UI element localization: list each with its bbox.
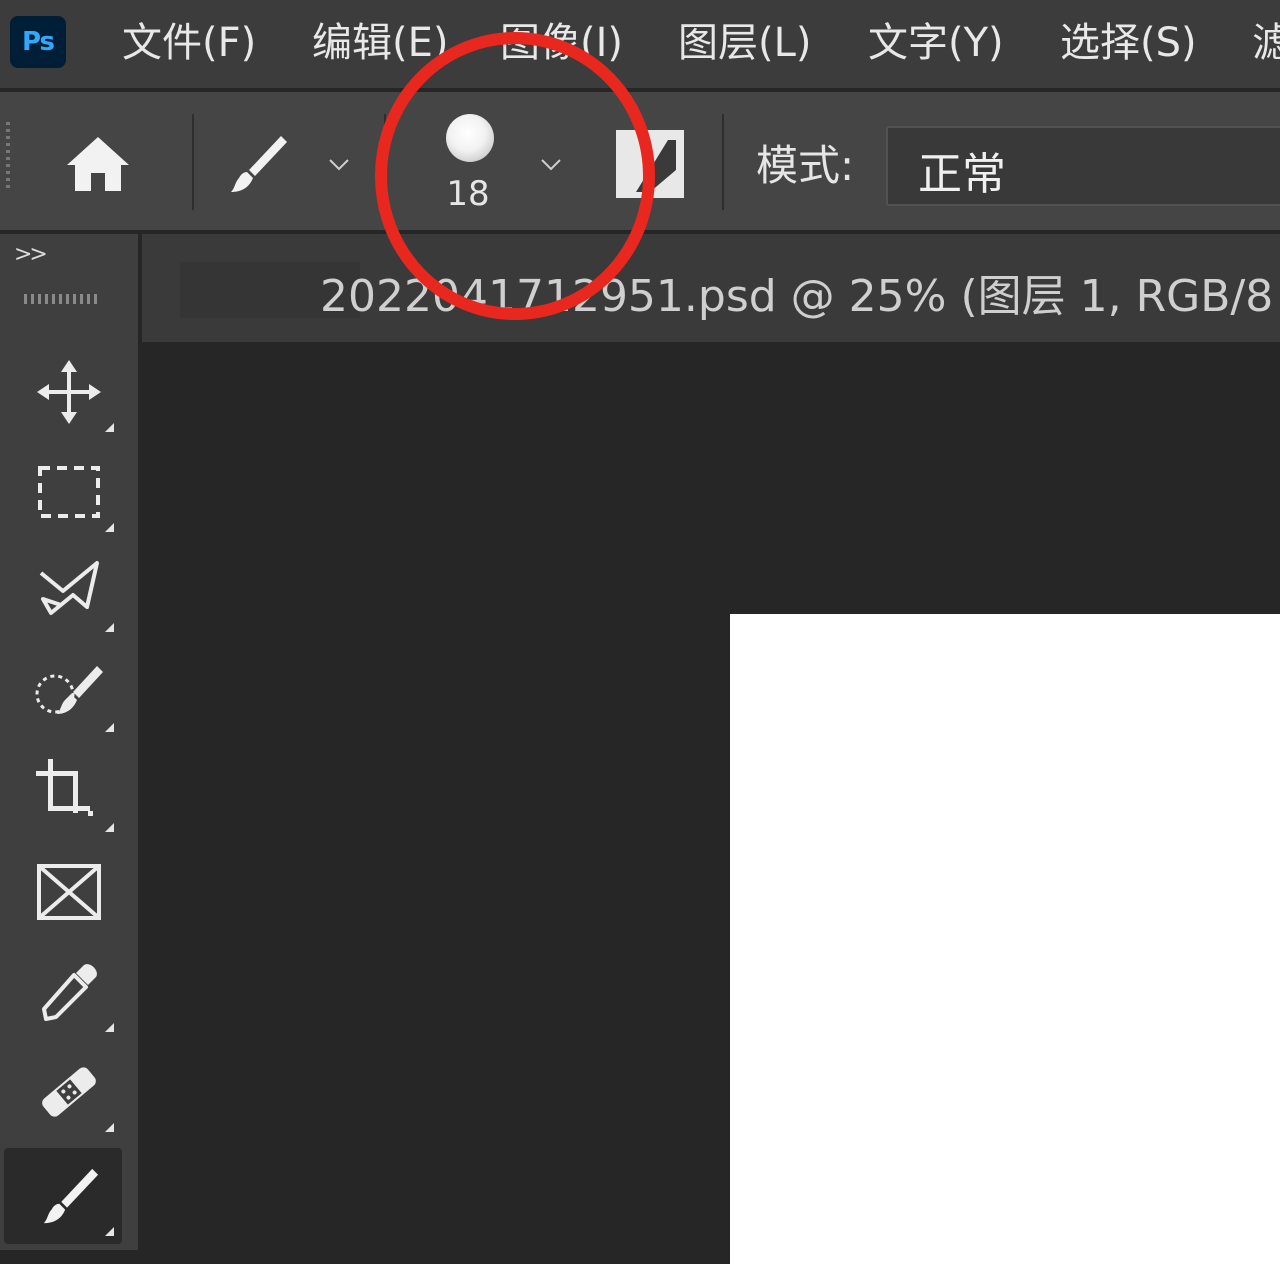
lasso-tool[interactable] (0, 544, 138, 640)
frame-tool[interactable] (0, 844, 138, 940)
menu-type[interactable]: 文字(Y) (868, 18, 1004, 68)
tools-panel: >> (0, 234, 138, 1250)
tool-preset-dropdown[interactable] (326, 152, 352, 178)
menu-file[interactable]: 文件(F) (122, 18, 256, 68)
brush-icon (231, 136, 287, 192)
tool-group-indicator (105, 1023, 114, 1032)
canvas-workspace[interactable] (142, 342, 1280, 1264)
lasso-icon (39, 561, 99, 615)
brush-icon (43, 1168, 99, 1224)
annotation-circle (375, 32, 655, 320)
quick-select-icon (35, 666, 103, 714)
photoshop-logo: Ps (10, 16, 66, 68)
eyedropper-tool[interactable] (0, 944, 138, 1040)
chevron-down-icon (329, 159, 349, 171)
move-tool[interactable] (0, 344, 138, 440)
home-button[interactable] (60, 132, 136, 196)
healing-tool[interactable] (0, 1044, 138, 1140)
document-tab-bar: 2022041712951.psd @ 25% (图层 1, RGB/8 (142, 234, 1280, 342)
crop-tool[interactable] (0, 744, 138, 840)
tool-group-indicator (105, 823, 114, 832)
tool-group-indicator (105, 623, 114, 632)
rect-marquee-icon (38, 466, 100, 518)
blend-mode-select[interactable]: 正常 (886, 126, 1280, 206)
menu-layer[interactable]: 图层(L) (678, 18, 812, 68)
mode-label: 模式: (756, 141, 855, 190)
document-canvas[interactable] (730, 614, 1280, 1264)
tool-group-indicator (105, 1227, 114, 1236)
marquee-tool[interactable] (0, 444, 138, 540)
separator (722, 114, 724, 210)
menu-filter[interactable]: 滤 (1252, 18, 1280, 68)
quick-select-tool[interactable] (0, 644, 138, 740)
blend-mode-value: 正常 (918, 149, 1006, 200)
eyedropper-icon (42, 964, 97, 1021)
menu-select[interactable]: 选择(S) (1060, 18, 1197, 68)
bandage-icon (42, 1067, 96, 1117)
frame-icon (37, 864, 101, 920)
move-icon (37, 360, 101, 424)
tool-group-indicator (105, 1123, 114, 1132)
tool-preset-picker[interactable] (222, 132, 292, 196)
options-bar-grip[interactable] (6, 122, 10, 192)
tool-group-indicator (105, 523, 114, 532)
crop-icon (36, 759, 93, 816)
brush-tool[interactable] (0, 1148, 138, 1244)
home-icon (67, 137, 129, 191)
collapse-toolbar-button[interactable]: >> (14, 242, 48, 267)
tool-group-indicator (105, 723, 114, 732)
toolbar-grip[interactable] (24, 294, 100, 304)
tool-group-indicator (105, 423, 114, 432)
separator (192, 114, 194, 210)
